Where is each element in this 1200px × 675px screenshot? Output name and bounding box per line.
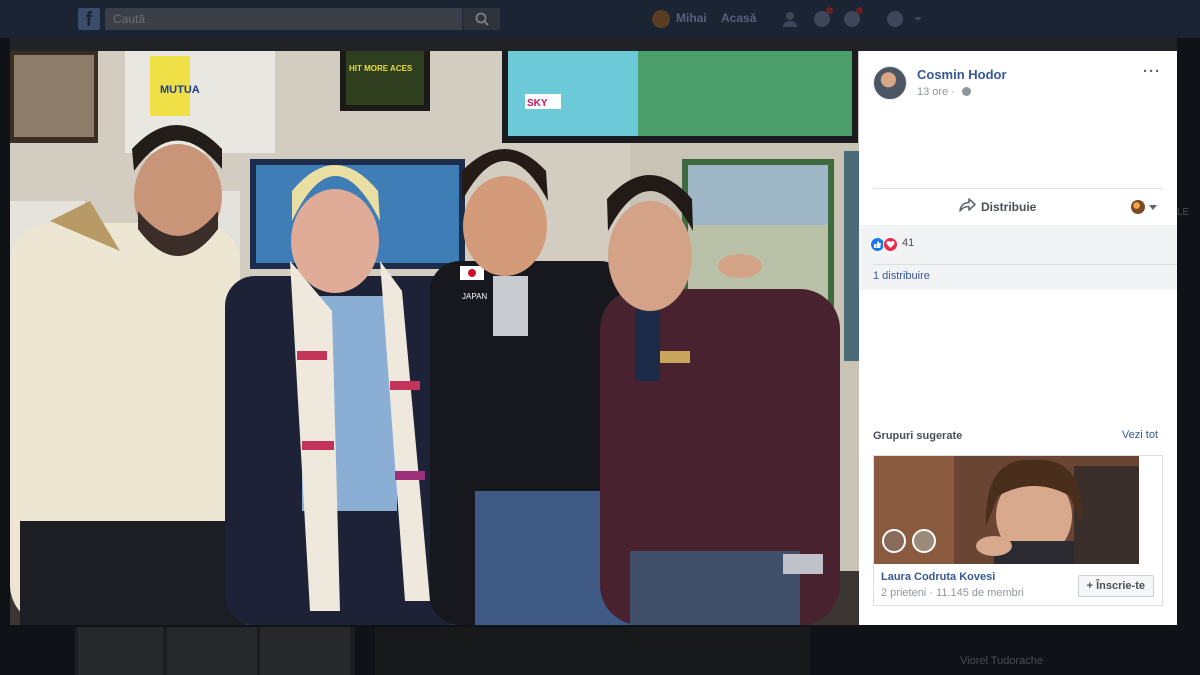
more-options-button[interactable]: ··· [1143, 63, 1161, 80]
search-icon [475, 12, 489, 26]
jacket-text: JAPAN [462, 292, 487, 301]
shares-count-link[interactable]: 1 distribuire [873, 270, 930, 282]
background-thumbnail [167, 627, 257, 675]
share-audience-avatar[interactable] [1131, 200, 1145, 214]
share-button[interactable]: Distribuie [981, 200, 1036, 214]
background-contact-name: Viorel Tudorache [960, 655, 1043, 667]
shares-divider [873, 264, 1177, 265]
poster-text: MUTUA [160, 84, 200, 96]
group-meta-text: 2 prieteni · 11.145 de membri [881, 587, 1024, 599]
tv-logo: SKY [527, 98, 548, 109]
background-right-column: LE [1177, 52, 1200, 627]
post-timestamp[interactable]: 13 ore · [917, 86, 971, 98]
friend-avatar [882, 529, 906, 553]
globe-icon [962, 87, 971, 96]
search-input[interactable]: Caută [113, 12, 145, 26]
see-all-link[interactable]: Vezi tot [1122, 429, 1158, 441]
post-side-panel: Cosmin Hodor 13 ore · ··· Distribuie 41 … [859, 51, 1177, 625]
share-arrow-icon [959, 198, 976, 212]
nav-home-link[interactable]: Acasă [721, 11, 756, 25]
friend-avatar [912, 529, 936, 553]
suggested-groups-title: Grupuri sugerate [873, 430, 963, 442]
nav-user-name[interactable]: Mihai [676, 11, 707, 25]
post-time-separator: · [951, 86, 955, 98]
background-column-label: LE [1177, 207, 1190, 218]
group-cover-image[interactable] [874, 456, 1139, 564]
help-icon[interactable] [885, 9, 905, 29]
messages-badge [826, 7, 833, 14]
photo-image: MUTUA HIT MORE ACES SKY JAPAN [10, 51, 859, 625]
post-time-text[interactable]: 13 ore [917, 86, 948, 98]
account-menu-chevron-down-icon[interactable] [912, 9, 924, 29]
background-thumbnail [260, 627, 350, 675]
post-photo[interactable]: MUTUA HIT MORE ACES SKY JAPAN [10, 51, 859, 625]
join-group-button[interactable]: + Înscrie-te [1077, 575, 1154, 597]
reactions-block: 41 1 distribuire [859, 225, 1177, 290]
notifications-badge [856, 7, 863, 14]
heart-icon [886, 241, 895, 248]
post-author-name[interactable]: Cosmin Hodor [917, 67, 1007, 82]
background-page-strip [10, 38, 1177, 51]
love-reaction-icon[interactable] [883, 237, 898, 252]
friend-requests-icon[interactable] [782, 9, 802, 29]
facebook-logo-icon[interactable]: f [78, 8, 100, 31]
group-name-link[interactable]: Laura Codruta Kovesi [881, 571, 995, 583]
chevron-down-icon[interactable] [1149, 205, 1157, 210]
background-content [375, 627, 810, 675]
suggested-group-card[interactable]: Laura Codruta Kovesi 2 prieteni · 11.145… [873, 455, 1163, 606]
author-avatar[interactable] [873, 66, 907, 100]
share-row: Distribuie [873, 189, 1163, 225]
poster-text-aces: HIT MORE ACES [349, 64, 413, 73]
background-thumbnail [78, 627, 163, 675]
search-button[interactable] [462, 8, 500, 30]
search-field[interactable]: Caută [105, 8, 500, 30]
reaction-count[interactable]: 41 [902, 237, 914, 249]
thumbs-up-icon [874, 241, 881, 248]
user-avatar[interactable] [652, 10, 670, 28]
top-navigation-bar: f Caută Mihai Acasă [0, 0, 1200, 38]
